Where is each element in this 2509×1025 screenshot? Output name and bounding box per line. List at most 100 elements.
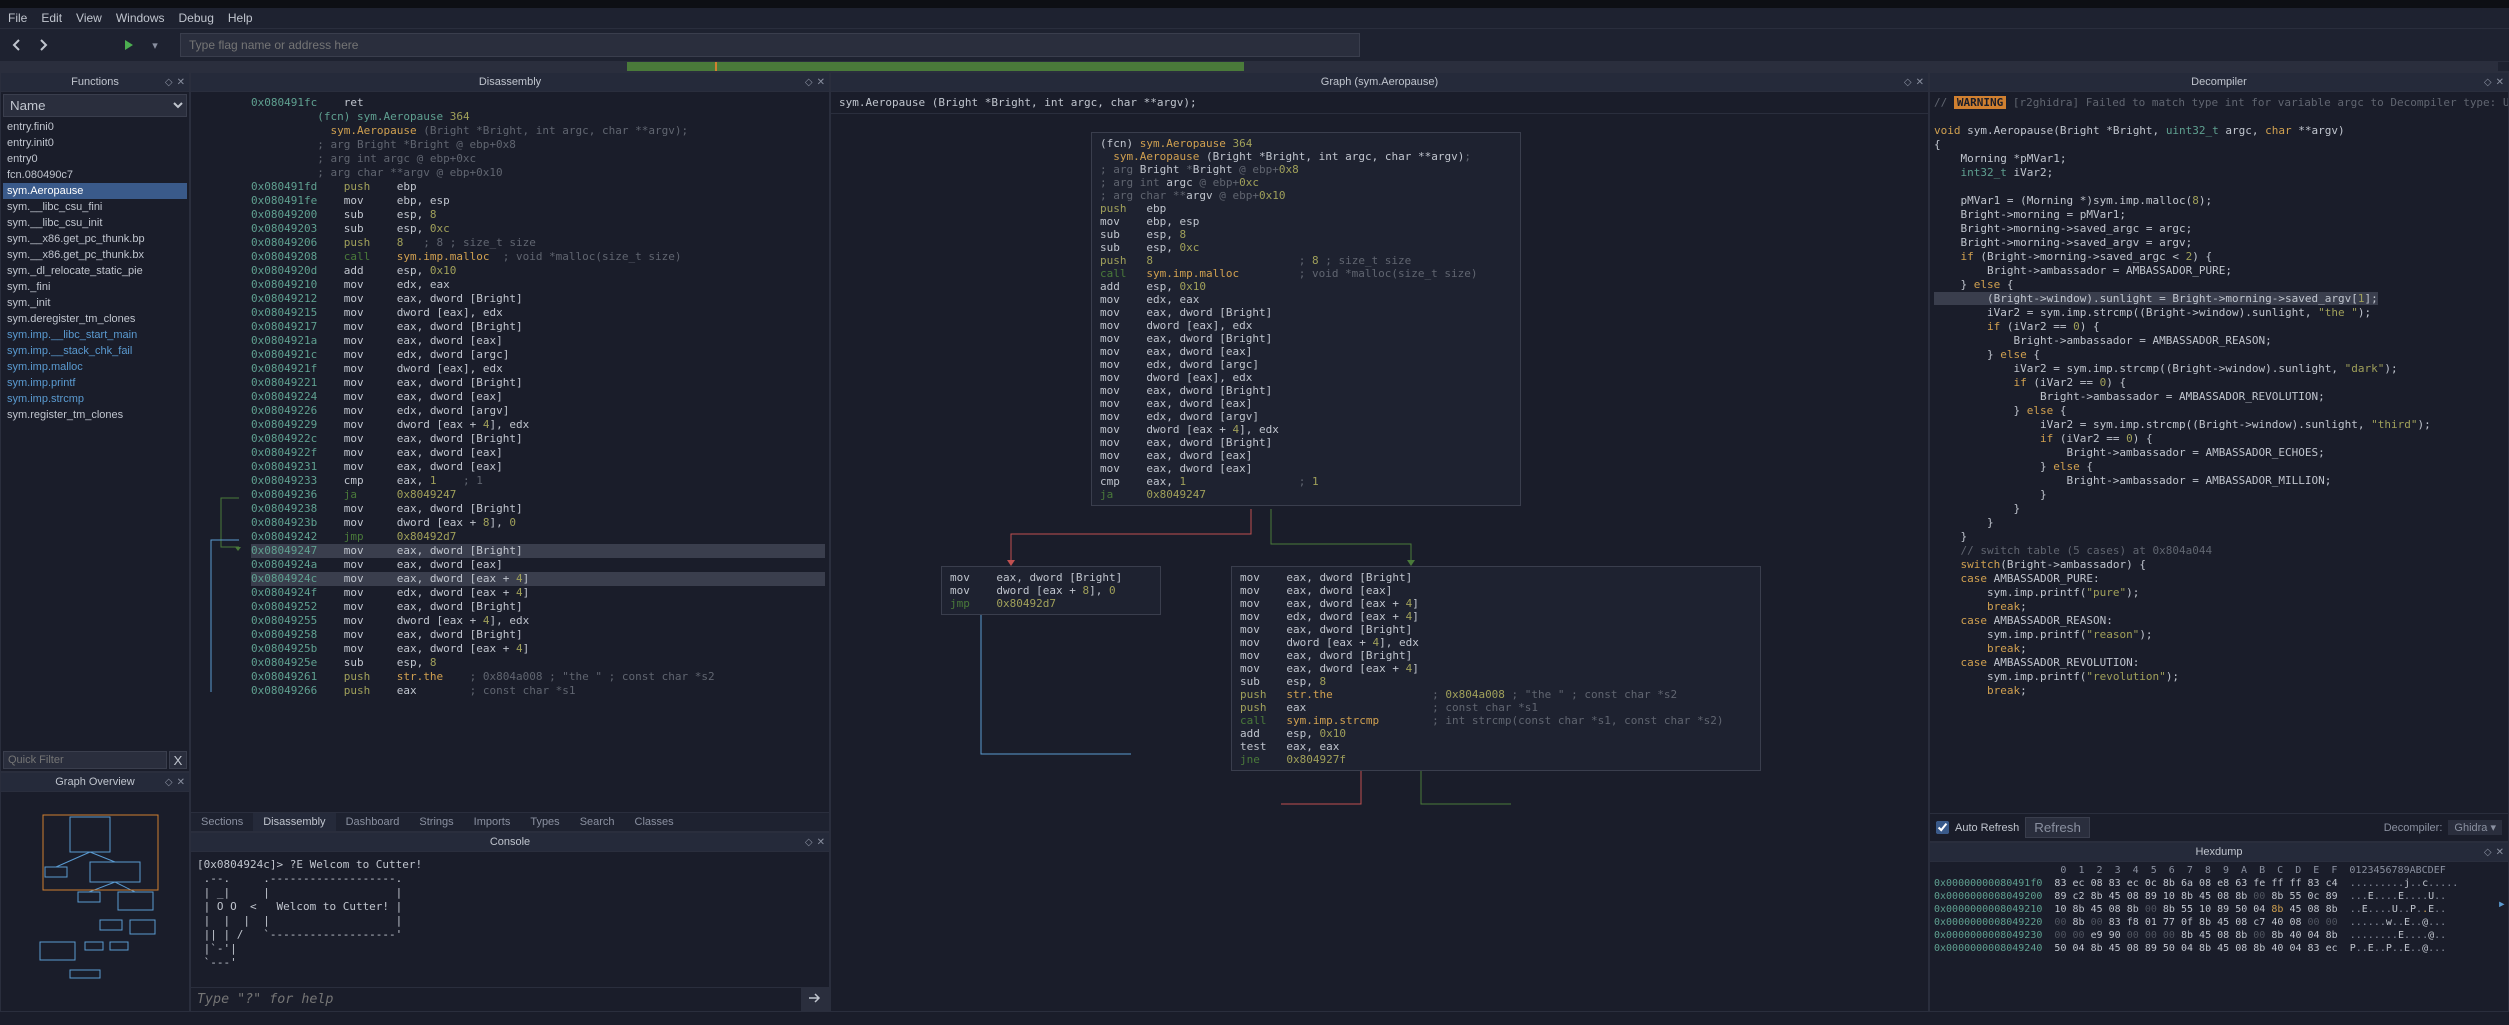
decomp-line[interactable]: Bright->ambassador = AMBASSADOR_MILLION;: [1934, 474, 2504, 488]
disasm-line[interactable]: 0x08049233 cmp eax, 1 ; 1: [251, 474, 825, 488]
decomp-line[interactable]: Bright->morning->saved_argc = argc;: [1934, 222, 2504, 236]
decomp-line[interactable]: if (iVar2 == 0) {: [1934, 320, 2504, 334]
graph-overview-canvas[interactable]: [1, 792, 189, 1011]
auto-refresh-checkbox[interactable]: [1936, 821, 1949, 834]
decomp-line[interactable]: Bright->morning = pMVar1;: [1934, 208, 2504, 222]
decomp-line[interactable]: } else {: [1934, 278, 2504, 292]
disasm-line[interactable]: 0x08049261 push str.the ; 0x804a008 ; "t…: [251, 670, 825, 684]
function-item[interactable]: sym.__libc_csu_init: [3, 215, 187, 231]
disasm-line[interactable]: 0x080491fd push ebp: [251, 180, 825, 194]
decomp-line[interactable]: Bright->ambassador = AMBASSADOR_ECHOES;: [1934, 446, 2504, 460]
disasm-line[interactable]: 0x0804921c mov edx, dword [argc]: [251, 348, 825, 362]
decomp-line[interactable]: // switch table (5 cases) at 0x804a044: [1934, 544, 2504, 558]
disasm-line[interactable]: 0x0804920d add esp, 0x10: [251, 264, 825, 278]
decomp-line[interactable]: case AMBASSADOR_REASON:: [1934, 614, 2504, 628]
disasm-line[interactable]: 0x0804923b mov dword [eax + 8], 0: [251, 516, 825, 530]
decomp-line[interactable]: Morning *pMVar1;: [1934, 152, 2504, 166]
disasm-line[interactable]: ; arg Bright *Bright @ ebp+0x8: [251, 138, 825, 152]
disasm-line[interactable]: 0x0804924a mov eax, dword [eax]: [251, 558, 825, 572]
menu-help[interactable]: Help: [228, 11, 253, 25]
tab-search[interactable]: Search: [570, 813, 625, 831]
decomp-line[interactable]: iVar2 = sym.imp.strcmp((Bright->window).…: [1934, 418, 2504, 432]
decomp-line[interactable]: if (iVar2 == 0) {: [1934, 376, 2504, 390]
decomp-line[interactable]: break;: [1934, 642, 2504, 656]
filter-clear-button[interactable]: X: [169, 751, 187, 769]
function-item[interactable]: sym.imp.__libc_start_main: [3, 327, 187, 343]
disasm-line[interactable]: 0x08049258 mov eax, dword [Bright]: [251, 628, 825, 642]
refresh-button[interactable]: Refresh: [2025, 817, 2090, 838]
disasm-line[interactable]: 0x08049208 call sym.imp.malloc ; void *m…: [251, 250, 825, 264]
decomp-line[interactable]: iVar2 = sym.imp.strcmp((Bright->window).…: [1934, 362, 2504, 376]
disasm-line[interactable]: 0x0804925b mov eax, dword [eax + 4]: [251, 642, 825, 656]
decomp-line[interactable]: Bright->morning->saved_argv = argv;: [1934, 236, 2504, 250]
hex-row[interactable]: 0x0000000008049240 50 04 8b 45 08 89 50 …: [1934, 942, 2504, 955]
decomp-line[interactable]: if (iVar2 == 0) {: [1934, 432, 2504, 446]
disasm-line[interactable]: 0x0804921a mov eax, dword [eax]: [251, 334, 825, 348]
decompiler-engine-select[interactable]: Ghidra ▾: [2448, 820, 2502, 835]
decomp-line[interactable]: sym.imp.printf("pure");: [1934, 586, 2504, 600]
decomp-line[interactable]: }: [1934, 488, 2504, 502]
function-item[interactable]: sym.imp.__stack_chk_fail: [3, 343, 187, 359]
hex-row[interactable]: 0x0000000008049220 00 8b 00 83 f8 01 77 …: [1934, 916, 2504, 929]
disasm-line[interactable]: 0x0804925e sub esp, 8: [251, 656, 825, 670]
disasm-line[interactable]: 0x0804922c mov eax, dword [Bright]: [251, 432, 825, 446]
disasm-line[interactable]: 0x08049236 ja 0x8049247: [251, 488, 825, 502]
undock-icon[interactable]: ◇: [2484, 847, 2492, 858]
decomp-line[interactable]: iVar2 = sym.imp.strcmp((Bright->window).…: [1934, 306, 2504, 320]
decomp-line[interactable]: [1934, 180, 2504, 194]
decomp-line[interactable]: Bright->ambassador = AMBASSADOR_PURE;: [1934, 264, 2504, 278]
disassembly-view[interactable]: 0x080491fc ret (fcn) sym.Aeropause 364 s…: [191, 92, 829, 812]
graph-node[interactable]: mov eax, dword [Bright] mov eax, dword […: [1231, 566, 1761, 771]
disasm-line[interactable]: 0x08049224 mov eax, dword [eax]: [251, 390, 825, 404]
disasm-line[interactable]: 0x080491fc ret: [251, 96, 825, 110]
undock-icon[interactable]: ◇: [1904, 77, 1912, 88]
decompiler-view[interactable]: // WARNING [r2ghidra] Failed to match ty…: [1930, 92, 2508, 813]
disasm-line[interactable]: 0x08049231 mov eax, dword [eax]: [251, 460, 825, 474]
tab-sections[interactable]: Sections: [191, 813, 253, 831]
address-input[interactable]: [180, 33, 1360, 57]
tab-disassembly[interactable]: Disassembly: [253, 813, 335, 831]
decomp-line[interactable]: break;: [1934, 684, 2504, 698]
disasm-line[interactable]: 0x08049247 mov eax, dword [Bright]: [251, 544, 825, 558]
decomp-line[interactable]: } else {: [1934, 348, 2504, 362]
disasm-line[interactable]: 0x08049200 sub esp, 8: [251, 208, 825, 222]
section-map[interactable]: [0, 62, 2509, 72]
undock-icon[interactable]: ◇: [165, 77, 173, 88]
decomp-line[interactable]: Bright->ambassador = AMBASSADOR_REVOLUTI…: [1934, 390, 2504, 404]
chevron-down-icon[interactable]: ▾: [146, 36, 164, 54]
hex-row[interactable]: 0x0000000008049200 89 c2 8b 45 08 89 10 …: [1934, 890, 2504, 903]
disasm-line[interactable]: ; arg int argc @ ebp+0xc: [251, 152, 825, 166]
disasm-line[interactable]: 0x080491fe mov ebp, esp: [251, 194, 825, 208]
decomp-line[interactable]: int32_t iVar2;: [1934, 166, 2504, 180]
close-icon[interactable]: ✕: [177, 777, 185, 788]
close-icon[interactable]: ✕: [1916, 77, 1924, 88]
forward-button[interactable]: [34, 36, 52, 54]
decomp-line[interactable]: break;: [1934, 600, 2504, 614]
close-icon[interactable]: ✕: [817, 837, 825, 848]
function-item[interactable]: sym.imp.printf: [3, 375, 187, 391]
disasm-line[interactable]: 0x08049229 mov dword [eax + 4], edx: [251, 418, 825, 432]
disasm-line[interactable]: 0x0804922f mov eax, dword [eax]: [251, 446, 825, 460]
disasm-line[interactable]: 0x08049215 mov dword [eax], edx: [251, 306, 825, 320]
tab-types[interactable]: Types: [520, 813, 569, 831]
disasm-line[interactable]: 0x08049212 mov eax, dword [Bright]: [251, 292, 825, 306]
decomp-line[interactable]: pMVar1 = (Morning *)sym.imp.malloc(8);: [1934, 194, 2504, 208]
decomp-line[interactable]: sym.imp.printf("revolution");: [1934, 670, 2504, 684]
menu-file[interactable]: File: [8, 11, 27, 25]
graph-canvas[interactable]: (fcn) sym.Aeropause 364 sym.Aeropause (B…: [831, 114, 1928, 1011]
quick-filter-input[interactable]: [3, 751, 167, 769]
graph-node[interactable]: mov eax, dword [Bright] mov dword [eax +…: [941, 566, 1161, 615]
decomp-line[interactable]: case AMBASSADOR_PURE:: [1934, 572, 2504, 586]
function-item[interactable]: sym.Aeropause: [3, 183, 187, 199]
tab-strings[interactable]: Strings: [409, 813, 463, 831]
disasm-line[interactable]: 0x08049242 jmp 0x80492d7: [251, 530, 825, 544]
decomp-line[interactable]: } else {: [1934, 460, 2504, 474]
decomp-line[interactable]: switch(Bright->ambassador) {: [1934, 558, 2504, 572]
close-icon[interactable]: ✕: [2496, 847, 2504, 858]
function-item[interactable]: sym.__x86.get_pc_thunk.bx: [3, 247, 187, 263]
decomp-line[interactable]: sym.imp.printf("reason");: [1934, 628, 2504, 642]
disasm-line[interactable]: (fcn) sym.Aeropause 364: [251, 110, 825, 124]
console-input[interactable]: [191, 988, 801, 1011]
decomp-line[interactable]: (Bright->window).sunlight = Bright->morn…: [1934, 292, 2504, 306]
function-item[interactable]: entry0: [3, 151, 187, 167]
